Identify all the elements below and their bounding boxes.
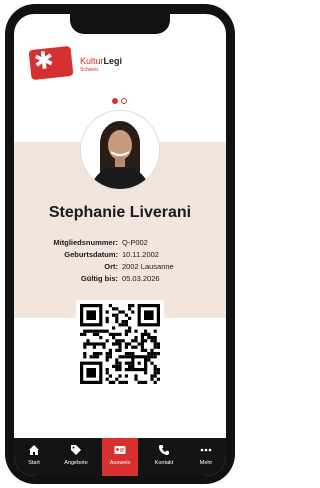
tab-mehr[interactable]: Mehr [188,438,224,476]
detail-value: Q-P002 [122,238,148,247]
detail-row-location: Ort: 2002 Lausanne [14,262,226,272]
bottom-tab-bar: Start Angebote Ausweis Kontakt Mehr [14,438,226,476]
qr-code [76,300,164,388]
tab-angebote[interactable]: Angebote [58,438,94,476]
tab-label: Kontakt [154,460,174,466]
tab-label: Angebote [64,460,88,466]
home-icon [29,445,39,455]
tab-start[interactable]: Start [16,438,52,476]
tab-label: Mehr [199,460,213,466]
detail-label: Mitgliedsnummer: [53,238,118,247]
app-screen: ✱ KulturLegi Schweiz Stephanie Liverani … [14,14,226,476]
detail-row-member-number: Mitgliedsnummer: Q-P002 [14,238,226,248]
profile-photo [81,111,159,189]
asterisk-icon: ✱ [32,45,56,76]
detail-label: Ort: [104,262,118,271]
phone-notch [70,14,170,34]
tab-ausweis[interactable]: Ausweis [102,438,138,476]
kulturlegi-logo: ✱ KulturLegi Schweiz [28,45,150,88]
detail-value: 2002 Lausanne [122,262,174,271]
tab-label: Ausweis [109,460,131,466]
phone-icon [159,445,169,455]
tag-icon [71,445,81,455]
carousel-dot-active[interactable] [112,98,118,104]
logo-subtitle: Schweiz [80,67,99,73]
detail-value: 05.03.2026 [122,274,160,283]
carousel-dot[interactable] [121,98,127,104]
qr-code-image [80,304,160,384]
id-card-icon [114,446,126,454]
detail-row-valid-until: Gültig bis: 05.03.2026 [14,274,226,284]
tab-kontakt[interactable]: Kontakt [146,438,182,476]
logo-wordmark: KulturLegi [80,56,123,66]
detail-label: Gültig bis: [80,274,118,283]
detail-value: 10.11.2002 [122,250,159,259]
carousel-indicator [112,98,132,106]
member-name: Stephanie Liverani [48,204,192,221]
logo-card-icon: ✱ [28,45,74,81]
detail-label: Geburtsdatum: [64,250,118,259]
avatar [80,110,160,190]
detail-row-birthdate: Geburtsdatum: 10.11.2002 [14,250,226,260]
tab-label: Start [28,460,40,466]
more-icon [200,448,212,452]
